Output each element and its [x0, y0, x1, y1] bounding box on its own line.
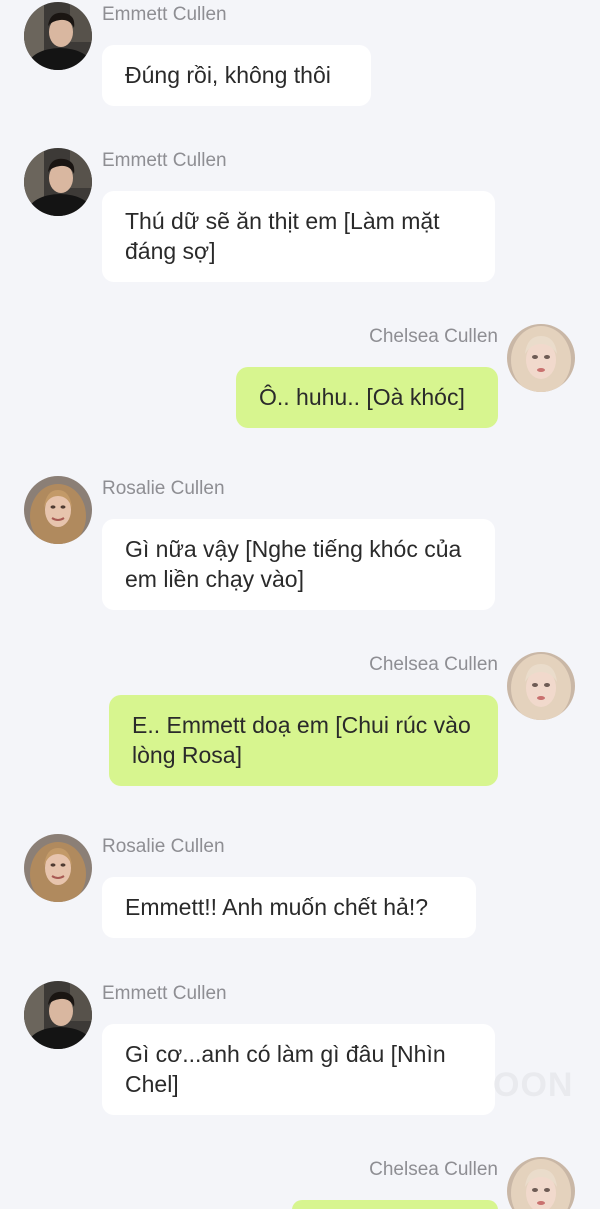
sender-name: Emmett Cullen [102, 4, 227, 25]
message-bubble[interactable]: Gì cơ...anh có làm gì đâu [Nhìn Chel] [102, 1024, 495, 1115]
message-bubble[interactable]: E.. Emmett doạ em [Chui rúc vào lòng Ros… [109, 695, 498, 786]
chelsea-avatar[interactable] [507, 324, 575, 392]
message-bubble[interactable] [292, 1200, 498, 1209]
chelsea-avatar[interactable] [507, 1157, 575, 1209]
message-bubble[interactable]: Ô.. huhu.. [Oà khóc] [236, 367, 498, 428]
emmett-avatar[interactable] [24, 148, 92, 216]
rosalie-avatar[interactable] [24, 834, 92, 902]
watermark-logo: OON [493, 1066, 574, 1104]
chat-screen: Emmett Cullen Đúng rồi, không thôi Emmet… [0, 0, 600, 1209]
message-bubble[interactable]: Đúng rồi, không thôi [102, 45, 371, 106]
sender-name: Emmett Cullen [102, 983, 227, 1004]
message-bubble[interactable]: Emmett!! Anh muốn chết hả!? [102, 877, 476, 938]
sender-name: Rosalie Cullen [102, 478, 225, 499]
sender-name: Rosalie Cullen [102, 836, 225, 857]
chelsea-avatar[interactable] [507, 652, 575, 720]
sender-name: Emmett Cullen [102, 150, 227, 171]
sender-name: Chelsea Cullen [369, 1159, 498, 1180]
emmett-avatar[interactable] [24, 2, 92, 70]
sender-name: Chelsea Cullen [369, 326, 498, 347]
message-bubble[interactable]: Gì nữa vậy [Nghe tiếng khóc của em liền … [102, 519, 495, 610]
sender-name: Chelsea Cullen [369, 654, 498, 675]
message-bubble[interactable]: Thú dữ sẽ ăn thịt em [Làm mặt đáng sợ] [102, 191, 495, 282]
emmett-avatar[interactable] [24, 981, 92, 1049]
rosalie-avatar[interactable] [24, 476, 92, 544]
